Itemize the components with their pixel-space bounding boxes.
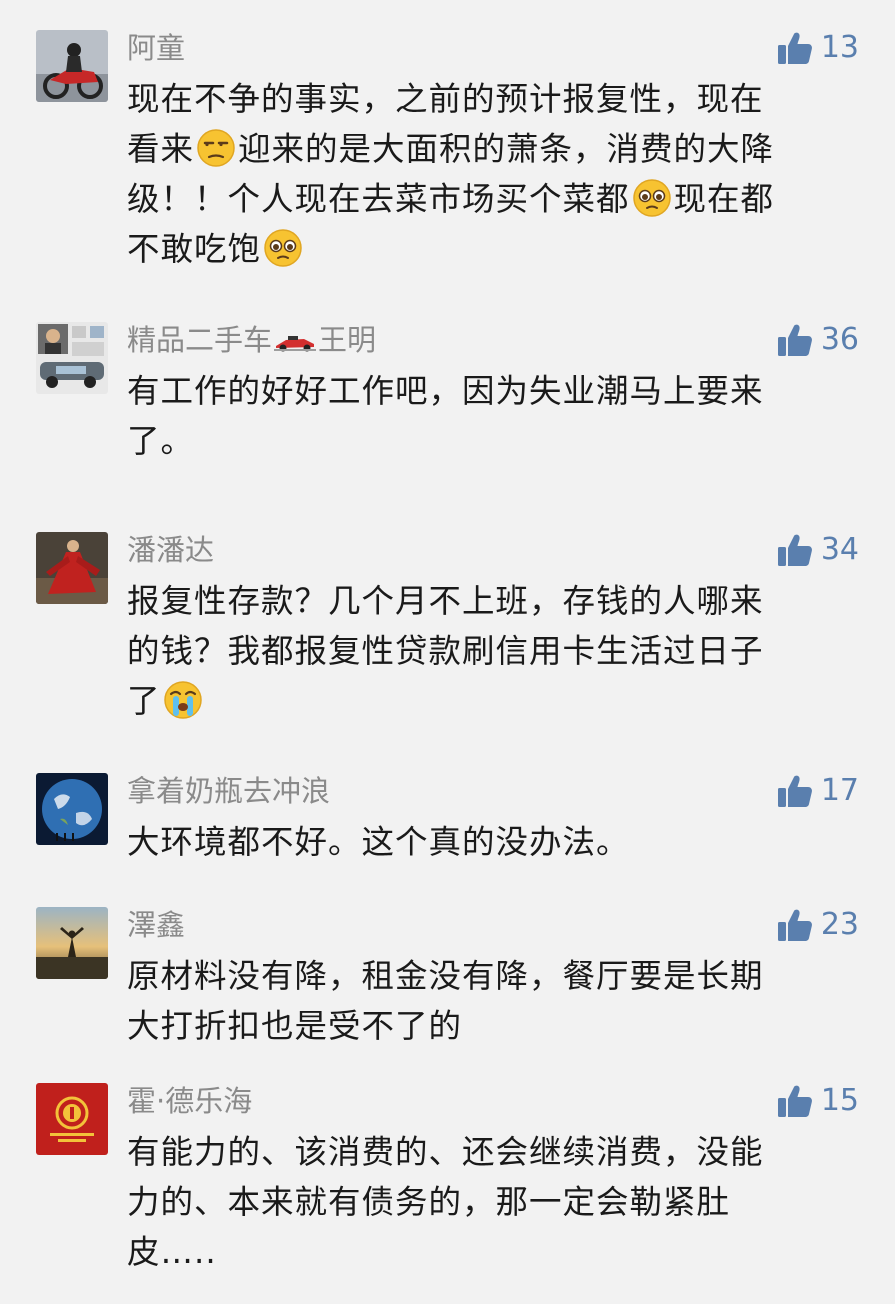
pleading-emoji: [632, 178, 672, 218]
comment-text-segment: 了。: [127, 422, 195, 460]
thumbs-up-icon: [777, 1085, 812, 1117]
like-button[interactable]: 23: [777, 907, 859, 943]
commenter-name[interactable]: 精品二手车 王明: [127, 322, 376, 358]
comment-text: 大环境都不好。这个真的没办法。: [127, 817, 857, 867]
comment-line: 级！！个人现在去菜市场买个菜都 现在都: [127, 174, 857, 224]
like-count: 13: [820, 30, 859, 65]
comment-line: 报复性存款？几个月不上班，存钱的人哪来: [127, 576, 857, 626]
comment-text: 有工作的好好工作吧，因为失业潮马上要来 了。: [127, 366, 857, 466]
car-collage-avatar: [36, 322, 108, 394]
avatar[interactable]: [36, 773, 108, 845]
sunset-avatar: [36, 907, 108, 979]
avatar[interactable]: [36, 907, 108, 979]
comment-text: 原材料没有降，租金没有降，餐厅要是长期 大打折扣也是受不了的: [127, 951, 857, 1051]
comment-line: 大环境都不好。这个真的没办法。: [127, 817, 857, 867]
motorcycle-rider-avatar: [36, 30, 108, 102]
red-badge-avatar: [36, 1083, 108, 1155]
comment-line: 现在不争的事实，之前的预计报复性，现在: [127, 74, 857, 124]
commenter-name[interactable]: 阿童: [127, 30, 185, 66]
like-button[interactable]: 15: [777, 1083, 859, 1119]
comment-text-segment: 了: [127, 682, 161, 720]
commenter-name-part: 王明: [318, 323, 377, 357]
crying-emoji: [163, 680, 203, 720]
comment-text-segment: 现在都: [673, 180, 775, 218]
like-count: 34: [820, 532, 859, 567]
thumbs-up-icon: [777, 909, 812, 941]
commenter-name[interactable]: 拿着奶瓶去冲浪: [127, 773, 330, 809]
unamused-emoji: [196, 128, 236, 168]
like-count: 17: [820, 773, 859, 808]
comment-text-segment: 迎来的是大面积的萧条，消费的大降: [238, 130, 775, 168]
like-count: 15: [820, 1083, 859, 1118]
comment-text-segment: 有工作的好好工作吧，因为失业潮马上要来: [127, 372, 764, 410]
avatar[interactable]: [36, 30, 108, 102]
comment-line: 大打折扣也是受不了的: [127, 1001, 857, 1051]
like-count: 23: [820, 907, 859, 942]
commenter-name[interactable]: 澤鑫: [127, 907, 185, 943]
comment-text-segment: 有能力的、该消费的、还会继续消费，没能: [127, 1133, 764, 1171]
comment-text: 现在不争的事实，之前的预计报复性，现在 看来 迎来的是大面积的萧条，消费的大降级！！…: [127, 74, 857, 274]
comment-line: 的钱？我都报复性贷款刷信用卡生活过日子: [127, 626, 857, 676]
like-button[interactable]: 13: [777, 30, 859, 66]
comment-line: 不敢吃饱: [127, 224, 857, 274]
comment-text-segment: 皮…..: [127, 1233, 217, 1271]
comment-text-segment: 大打折扣也是受不了的: [127, 1007, 463, 1045]
comment-text-segment: 原材料没有降，租金没有降，餐厅要是长期: [127, 957, 764, 995]
commenter-name[interactable]: 潘潘达: [127, 532, 214, 568]
pleading-emoji: [263, 228, 303, 268]
avatar[interactable]: [36, 322, 108, 394]
comment-line: 看来 迎来的是大面积的萧条，消费的大降: [127, 124, 857, 174]
like-count: 36: [820, 322, 859, 357]
avatar[interactable]: [36, 1083, 108, 1155]
like-button[interactable]: 17: [777, 773, 859, 809]
race-car-icon: [274, 336, 317, 352]
avatar[interactable]: [36, 532, 108, 604]
red-dress-avatar: [36, 532, 108, 604]
thumbs-up-icon: [777, 534, 812, 566]
comment-line: 力的、本来就有债务的，那一定会勒紧肚: [127, 1177, 857, 1227]
comment-line: 原材料没有降，租金没有降，餐厅要是长期: [127, 951, 857, 1001]
thumbs-up-icon: [777, 775, 812, 807]
comment-text-segment: 力的、本来就有债务的，那一定会勒紧肚: [127, 1183, 731, 1221]
comment-text: 报复性存款？几个月不上班，存钱的人哪来 的钱？我都报复性贷款刷信用卡生活过日子了: [127, 576, 857, 726]
comment-line: 了。: [127, 416, 857, 466]
comment-line: 有工作的好好工作吧，因为失业潮马上要来: [127, 366, 857, 416]
thumbs-up-icon: [777, 32, 812, 64]
comment-text-segment: 看来: [127, 130, 195, 168]
earth-avatar: [36, 773, 108, 845]
comment-text-segment: 的钱？我都报复性贷款刷信用卡生活过日子: [127, 632, 764, 670]
like-button[interactable]: 36: [777, 322, 859, 358]
comment-text-segment: 不敢吃饱: [127, 230, 262, 268]
comment-line: 有能力的、该消费的、还会继续消费，没能: [127, 1127, 857, 1177]
like-button[interactable]: 34: [777, 532, 859, 568]
commenter-name[interactable]: 霍·德乐海: [127, 1083, 252, 1119]
comment-text-segment: 现在不争的事实，之前的预计报复性，现在: [127, 80, 764, 118]
comment-line: 了: [127, 676, 857, 726]
comment-text-segment: 大环境都不好。这个真的没办法。: [127, 823, 630, 861]
comment-text: 有能力的、该消费的、还会继续消费，没能 力的、本来就有债务的，那一定会勒紧肚 皮….…: [127, 1127, 857, 1277]
comment-text-segment: 级！！个人现在去菜市场买个菜都: [127, 180, 630, 218]
commenter-name-part: 精品二手车: [127, 323, 273, 357]
comment-line: 皮…..: [127, 1227, 857, 1277]
comment-text-segment: 报复性存款？几个月不上班，存钱的人哪来: [127, 582, 764, 620]
thumbs-up-icon: [777, 324, 812, 356]
